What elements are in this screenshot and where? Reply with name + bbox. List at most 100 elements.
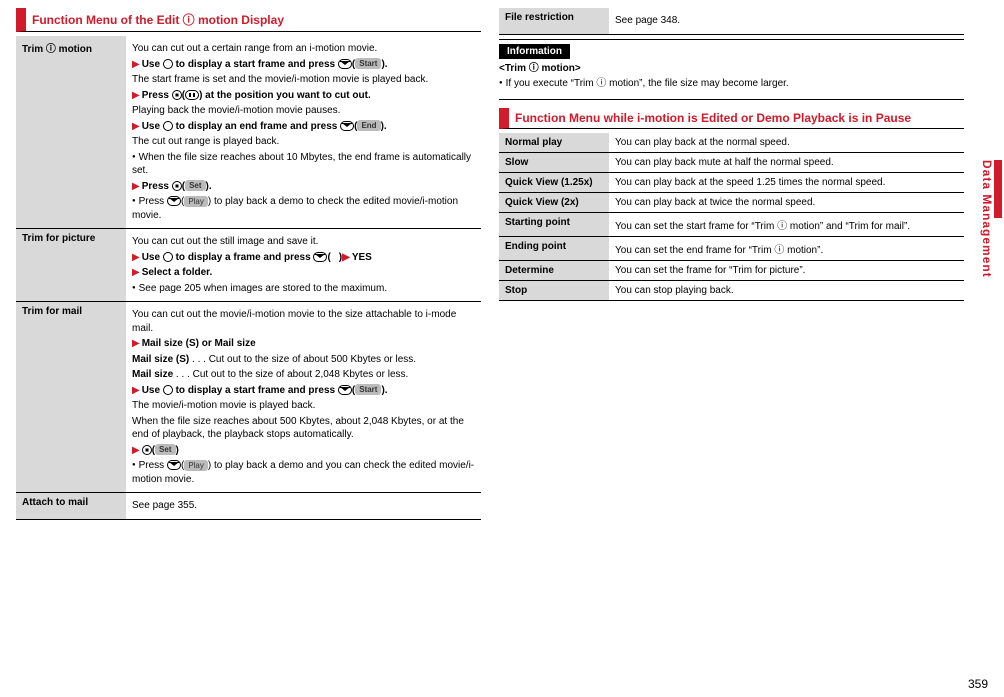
- row-label: Quick View (2x): [499, 192, 609, 212]
- table-row: Quick View (1.25x)You can play back at t…: [499, 172, 964, 192]
- body-line: Playing back the movie/i-motion movie pa…: [132, 104, 475, 118]
- table-row: File restrictionSee page 348.: [499, 8, 964, 34]
- mail-key-icon: [167, 196, 181, 206]
- body-line: ▶Press () at the position you want to cu…: [132, 89, 475, 103]
- table-row: Quick View (2x)You can play back at twic…: [499, 192, 964, 212]
- bullet: ●: [132, 154, 136, 160]
- step-marker-icon: ▶: [132, 181, 140, 192]
- bullet: ●: [132, 285, 136, 291]
- body-line: You can cut out a certain range from an …: [132, 42, 475, 56]
- definition-line: Mail size (S)Cut out to the size of abou…: [132, 353, 475, 367]
- row-body: You can cut out the still image and save…: [126, 229, 481, 302]
- row-body: You can play back at the speed 1.25 time…: [609, 172, 964, 192]
- left-function-table: Trim ⓘ motion You can cut out a certain r…: [16, 36, 481, 520]
- body-line: ●Press (Play) to play back a demo and yo…: [132, 459, 475, 486]
- row-label: Ending point: [499, 236, 609, 260]
- definition-line: Mail sizeCut out to the size of about 2,…: [132, 368, 475, 382]
- row-body: You can play back mute at half the norma…: [609, 152, 964, 172]
- table-row: StopYou can stop playing back.: [499, 280, 964, 300]
- right-column: File restrictionSee page 348. Informatio…: [499, 8, 964, 520]
- row-body: See page 355.: [126, 493, 481, 520]
- side-tab: Data Management: [980, 160, 1002, 278]
- body-line: ▶(Set): [132, 444, 475, 458]
- step-marker-icon: ▶: [132, 267, 140, 278]
- step-marker-icon: ▶: [342, 252, 350, 263]
- pill-label: Set: [185, 180, 205, 191]
- table-row: DetermineYou can set the frame for “Trim…: [499, 260, 964, 280]
- right-heading: Function Menu while i-motion is Edited o…: [499, 108, 964, 129]
- row-label: File restriction: [499, 8, 609, 34]
- pill-label: Play: [184, 196, 208, 207]
- row-label: Slow: [499, 152, 609, 172]
- body-line: ●When the file size reaches about 10 Mby…: [132, 151, 475, 178]
- row-body: See page 348.: [609, 8, 964, 34]
- step-marker-icon: ▶: [132, 59, 140, 70]
- row-body: You can set the end frame for “Trim ⓘ mo…: [609, 236, 964, 260]
- mail-key-icon: [338, 59, 352, 69]
- body-line: You can cut out the movie/i-motion movie…: [132, 308, 475, 335]
- row-body: You can set the start frame for “Trim ⓘ …: [609, 212, 964, 236]
- body-line: ▶Press (Set).: [132, 180, 475, 194]
- table-row: Trim for pictureYou can cut out the stil…: [16, 229, 481, 302]
- row-body: You can cut out a certain range from an …: [126, 36, 481, 229]
- bullet: ●: [132, 462, 136, 468]
- mail-key-icon: [338, 385, 352, 395]
- table-row: Starting pointYou can set the start fram…: [499, 212, 964, 236]
- row-label: Trim ⓘ motion: [16, 36, 126, 229]
- row-body: You can play back at the normal speed.: [609, 133, 964, 153]
- body-line: See page 355.: [132, 499, 475, 513]
- center-key-icon: [172, 181, 182, 191]
- row-label: Trim for mail: [16, 302, 126, 493]
- pill-label: Start: [355, 58, 381, 69]
- table-row: SlowYou can play back mute at half the n…: [499, 152, 964, 172]
- row-body: You can cut out the movie/i-motion movie…: [126, 302, 481, 493]
- info-title: <Trim ⓘ motion>: [499, 62, 964, 76]
- body-line: ▶Select a folder.: [132, 266, 475, 280]
- step-marker-icon: ▶: [132, 338, 140, 349]
- mail-key-icon: [313, 252, 327, 262]
- left-heading: Function Menu of the Edit ⓘ motion Displ…: [16, 8, 481, 32]
- pill-label: Start: [355, 384, 381, 395]
- information-tag: Information: [499, 44, 570, 59]
- body-line: ▶Mail size (S) or Mail size: [132, 337, 475, 351]
- nav-key-icon: [163, 252, 173, 262]
- page-number: 359: [968, 677, 988, 691]
- body-line: ▶Use to display a frame and press ()▶YES: [132, 251, 475, 265]
- two-column-layout: Function Menu of the Edit ⓘ motion Displ…: [16, 8, 964, 520]
- row-label: Quick View (1.25x): [499, 172, 609, 192]
- left-column: Function Menu of the Edit ⓘ motion Displ…: [16, 8, 481, 520]
- step-marker-icon: ▶: [132, 445, 140, 456]
- info-line: If you execute “Trim ⓘ motion”, the file…: [499, 77, 964, 91]
- body-line: The start frame is set and the movie/i-m…: [132, 73, 475, 87]
- table-row: Attach to mail See page 355.: [16, 493, 481, 520]
- body-line: The cut out range is played back.: [132, 135, 475, 149]
- pause-icon: [185, 90, 199, 100]
- row-label: Attach to mail: [16, 493, 126, 520]
- right-function-table: Normal playYou can play back at the norm…: [499, 133, 964, 301]
- nav-key-icon: [163, 385, 173, 395]
- step-marker-icon: ▶: [132, 90, 140, 101]
- step-marker-icon: ▶: [132, 385, 140, 396]
- body-line: ▶Use to display an end frame and press (…: [132, 120, 475, 134]
- table-row: Trim for mailYou can cut out the movie/i…: [16, 302, 481, 493]
- row-label: Normal play: [499, 133, 609, 153]
- nav-key-icon: [163, 59, 173, 69]
- table-row: Normal playYou can play back at the norm…: [499, 133, 964, 153]
- row-body: You can stop playing back.: [609, 280, 964, 300]
- pill-label: Set: [155, 444, 175, 455]
- body-line: You can cut out the still image and save…: [132, 235, 475, 249]
- center-key-icon: [142, 445, 152, 455]
- right-top-table: File restrictionSee page 348.: [499, 8, 964, 35]
- nav-key-icon: [163, 121, 173, 131]
- body-line: The movie/i-motion movie is played back.: [132, 399, 475, 413]
- center-key-icon: [172, 90, 182, 100]
- row-label: Stop: [499, 280, 609, 300]
- row-label: Starting point: [499, 212, 609, 236]
- body-line: ▶Use to display a start frame and press …: [132, 58, 475, 72]
- row-label: Determine: [499, 260, 609, 280]
- mail-key-icon: [167, 460, 181, 470]
- pill-label: End: [357, 120, 380, 131]
- table-row: Trim ⓘ motion You can cut out a certain r…: [16, 36, 481, 229]
- bullet: ●: [132, 198, 136, 204]
- step-marker-icon: ▶: [132, 121, 140, 132]
